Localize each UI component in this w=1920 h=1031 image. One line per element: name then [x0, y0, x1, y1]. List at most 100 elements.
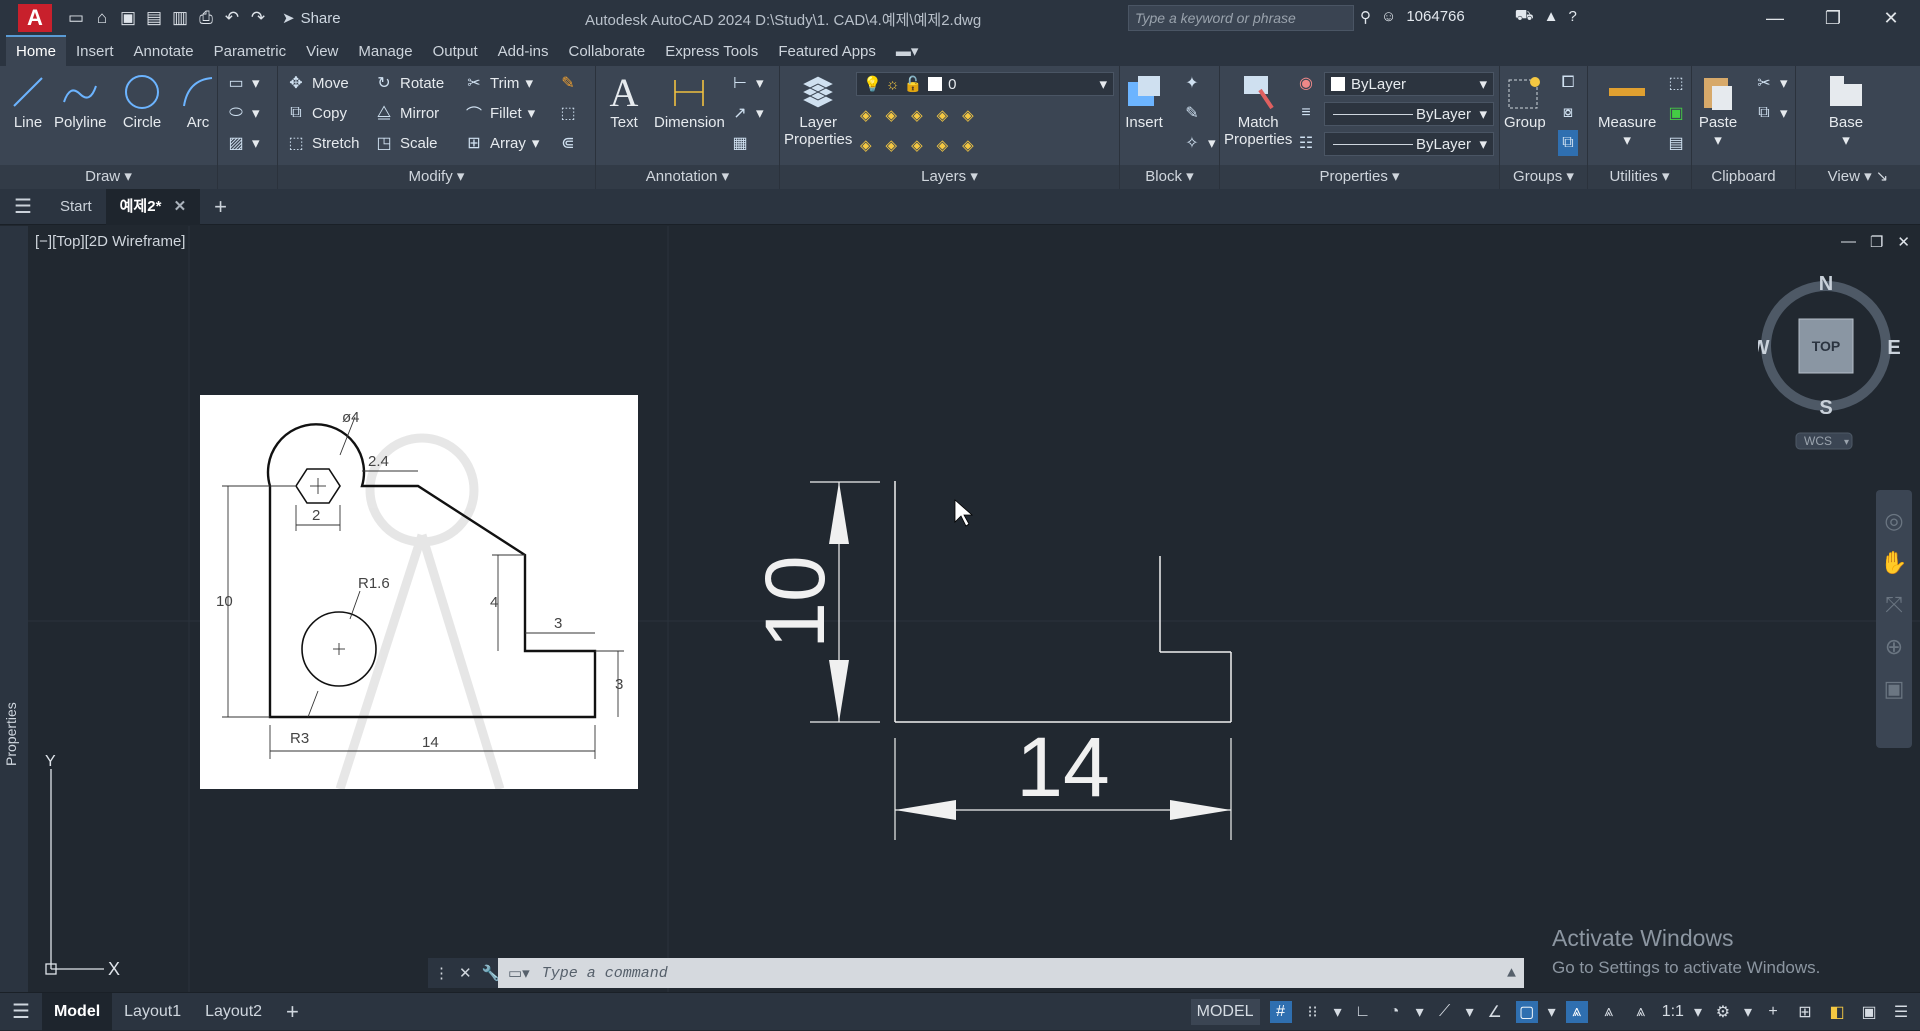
- group-select-icon[interactable]: ⧉: [1558, 130, 1578, 156]
- settings-gear-icon[interactable]: ⚙: [1712, 1001, 1734, 1023]
- plot-icon[interactable]: ⎙: [196, 8, 216, 28]
- object-snap-icon[interactable]: ▢: [1515, 1001, 1538, 1023]
- save-icon[interactable]: ▣: [118, 8, 138, 28]
- properties-panel-title[interactable]: Properties ▾: [1220, 165, 1499, 189]
- erase-icon[interactable]: ✎: [558, 70, 578, 96]
- leader-icon[interactable]: ↗ ▾: [730, 100, 763, 126]
- copy-button[interactable]: ⧉ Copy: [286, 100, 347, 126]
- circle-button[interactable]: Circle: [122, 70, 162, 131]
- tab-view[interactable]: View: [296, 37, 348, 66]
- tab-annotate[interactable]: Annotate: [124, 37, 204, 66]
- hatch-icon[interactable]: ▨ ▾: [226, 130, 259, 156]
- move-button[interactable]: ✥ Move: [286, 70, 348, 96]
- viewcube-west[interactable]: W: [1758, 337, 1770, 359]
- snap-icon[interactable]: ⁝⁝: [1302, 1001, 1324, 1023]
- transparency-icon[interactable]: ☷: [1296, 130, 1316, 156]
- array-button[interactable]: ⊞ Array ▾: [464, 130, 539, 156]
- layer-tools-row-1[interactable]: ◈◈◈◈◈: [860, 102, 988, 128]
- open-folder-icon[interactable]: ⌂: [92, 8, 112, 28]
- polar-icon[interactable]: ◔: [1384, 1001, 1406, 1023]
- tab-layout1[interactable]: Layout1: [112, 1003, 193, 1021]
- select-all-icon[interactable]: ▣: [1666, 100, 1686, 126]
- model-space-button[interactable]: MODEL: [1190, 999, 1260, 1025]
- viewcube-top[interactable]: TOP: [1812, 338, 1841, 354]
- new-tab-icon[interactable]: +: [200, 189, 241, 225]
- zoom-extents-icon[interactable]: ⤧: [1885, 592, 1903, 618]
- paste-button[interactable]: Paste ▾: [1698, 70, 1738, 149]
- tab-start[interactable]: Start: [46, 189, 106, 225]
- add-layout-icon[interactable]: +: [274, 999, 311, 1025]
- steering-wheel-icon[interactable]: ◎: [1884, 508, 1903, 534]
- trim-button[interactable]: ✂ Trim ▾: [464, 70, 533, 96]
- offset-icon[interactable]: ⋐: [558, 130, 578, 156]
- chevron-down-icon[interactable]: ▾: [1416, 1002, 1424, 1022]
- ellipse-icon[interactable]: ⬭ ▾: [226, 100, 259, 126]
- command-grip-icon[interactable]: ⋮: [434, 964, 449, 982]
- autocad-logo-icon[interactable]: A: [18, 4, 52, 32]
- viewcube-south[interactable]: S: [1819, 397, 1832, 419]
- dimension-button[interactable]: Dimension: [654, 70, 725, 131]
- object-snap-tracking-icon[interactable]: ∠: [1484, 1001, 1506, 1023]
- close-button[interactable]: ✕: [1862, 0, 1920, 36]
- view-panel-title[interactable]: View ▾ ↘: [1796, 165, 1920, 189]
- explode-icon[interactable]: ⬚: [558, 100, 578, 126]
- help-icon[interactable]: ?: [1568, 8, 1576, 25]
- line-button[interactable]: Line: [8, 70, 48, 131]
- search-icon[interactable]: ⚲: [1360, 8, 1371, 26]
- group-button[interactable]: Group: [1504, 70, 1546, 131]
- scale-value[interactable]: 1:1: [1662, 1003, 1684, 1021]
- lineweight-dropdown[interactable]: ByLayer ▾: [1324, 132, 1494, 156]
- tab-express-tools[interactable]: Express Tools: [655, 37, 768, 66]
- tab-model[interactable]: Model: [41, 992, 113, 1031]
- layer-tools-row-2[interactable]: ◈◈◈◈◈: [860, 132, 988, 158]
- user-icon[interactable]: ☺: [1381, 8, 1396, 25]
- stretch-button[interactable]: ⬚ Stretch: [286, 130, 359, 156]
- attribute-icon[interactable]: ✧ ▾: [1182, 130, 1215, 156]
- search-input[interactable]: Type a keyword or phrase: [1128, 5, 1354, 31]
- app-menu-icon[interactable]: ☰: [0, 189, 46, 225]
- chevron-down-icon[interactable]: ▾: [1744, 1002, 1752, 1022]
- layout-menu-icon[interactable]: ☰: [0, 999, 42, 1024]
- mirror-button[interactable]: ⧋ Mirror: [374, 100, 439, 126]
- viewcube-east[interactable]: E: [1887, 337, 1900, 359]
- cut-icon[interactable]: ✂ ▾: [1754, 70, 1787, 96]
- annotation-visibility-icon[interactable]: ⩓: [1565, 1001, 1588, 1023]
- create-block-icon[interactable]: ✦: [1182, 70, 1202, 96]
- tab-manage[interactable]: Manage: [348, 37, 422, 66]
- tab-add-ins[interactable]: Add-ins: [488, 37, 559, 66]
- units-icon[interactable]: ⊞: [1794, 1001, 1816, 1023]
- rectangle-icon[interactable]: ▭ ▾: [226, 70, 259, 96]
- chevron-down-icon[interactable]: ▾: [1694, 1002, 1702, 1022]
- chevron-down-icon[interactable]: ▾: [1334, 1002, 1342, 1022]
- orbit-icon[interactable]: ⊕: [1885, 634, 1903, 660]
- fillet-button[interactable]: ⌒ Fillet ▾: [464, 100, 535, 126]
- layer-properties-button[interactable]: Layer Properties: [784, 70, 852, 148]
- undo-icon[interactable]: ↶: [222, 8, 242, 28]
- autoscale-icon[interactable]: ⩓: [1598, 1001, 1620, 1023]
- fullscreen-icon[interactable]: ▣: [1858, 1001, 1880, 1023]
- linetype-dropdown[interactable]: ByLayer ▾: [1324, 102, 1494, 126]
- ortho-icon[interactable]: ∟: [1352, 1001, 1374, 1023]
- pan-icon[interactable]: ✋: [1880, 550, 1907, 576]
- arc-button[interactable]: Arc: [178, 70, 218, 131]
- drawing-viewport[interactable]: [−][Top][2D Wireframe] — ❐ ✕ ø4 2.4 2 10…: [28, 226, 1920, 992]
- measure-button[interactable]: Measure ▾: [1598, 70, 1656, 149]
- user-name[interactable]: 1064766: [1406, 8, 1464, 25]
- grid-icon[interactable]: #: [1269, 1001, 1292, 1023]
- linear-dim-icon[interactable]: ⊢ ▾: [730, 70, 764, 96]
- customize-icon[interactable]: ☰: [1890, 1001, 1912, 1023]
- viewcube-north[interactable]: N: [1819, 273, 1833, 295]
- quick-select-icon[interactable]: ⬚: [1666, 70, 1686, 96]
- groups-panel-title[interactable]: Groups ▾: [1500, 165, 1587, 189]
- new-file-icon[interactable]: ▭: [66, 8, 86, 28]
- dim-text-10[interactable]: 10: [748, 555, 842, 648]
- tab-parametric[interactable]: Parametric: [204, 37, 297, 66]
- rotate-button[interactable]: ↻ Rotate: [374, 70, 444, 96]
- ribbon-toggle-icon[interactable]: ▬▾: [886, 36, 929, 66]
- block-panel-title[interactable]: Block ▾: [1120, 165, 1219, 189]
- annotation-scale-icon[interactable]: ⩓: [1630, 1001, 1652, 1023]
- tab-featured-apps[interactable]: Featured Apps: [768, 37, 886, 66]
- save-as-icon[interactable]: ▤: [144, 8, 164, 28]
- tab-collaborate[interactable]: Collaborate: [558, 37, 655, 66]
- command-input[interactable]: ▭▾ Type a command ▲: [498, 958, 1524, 988]
